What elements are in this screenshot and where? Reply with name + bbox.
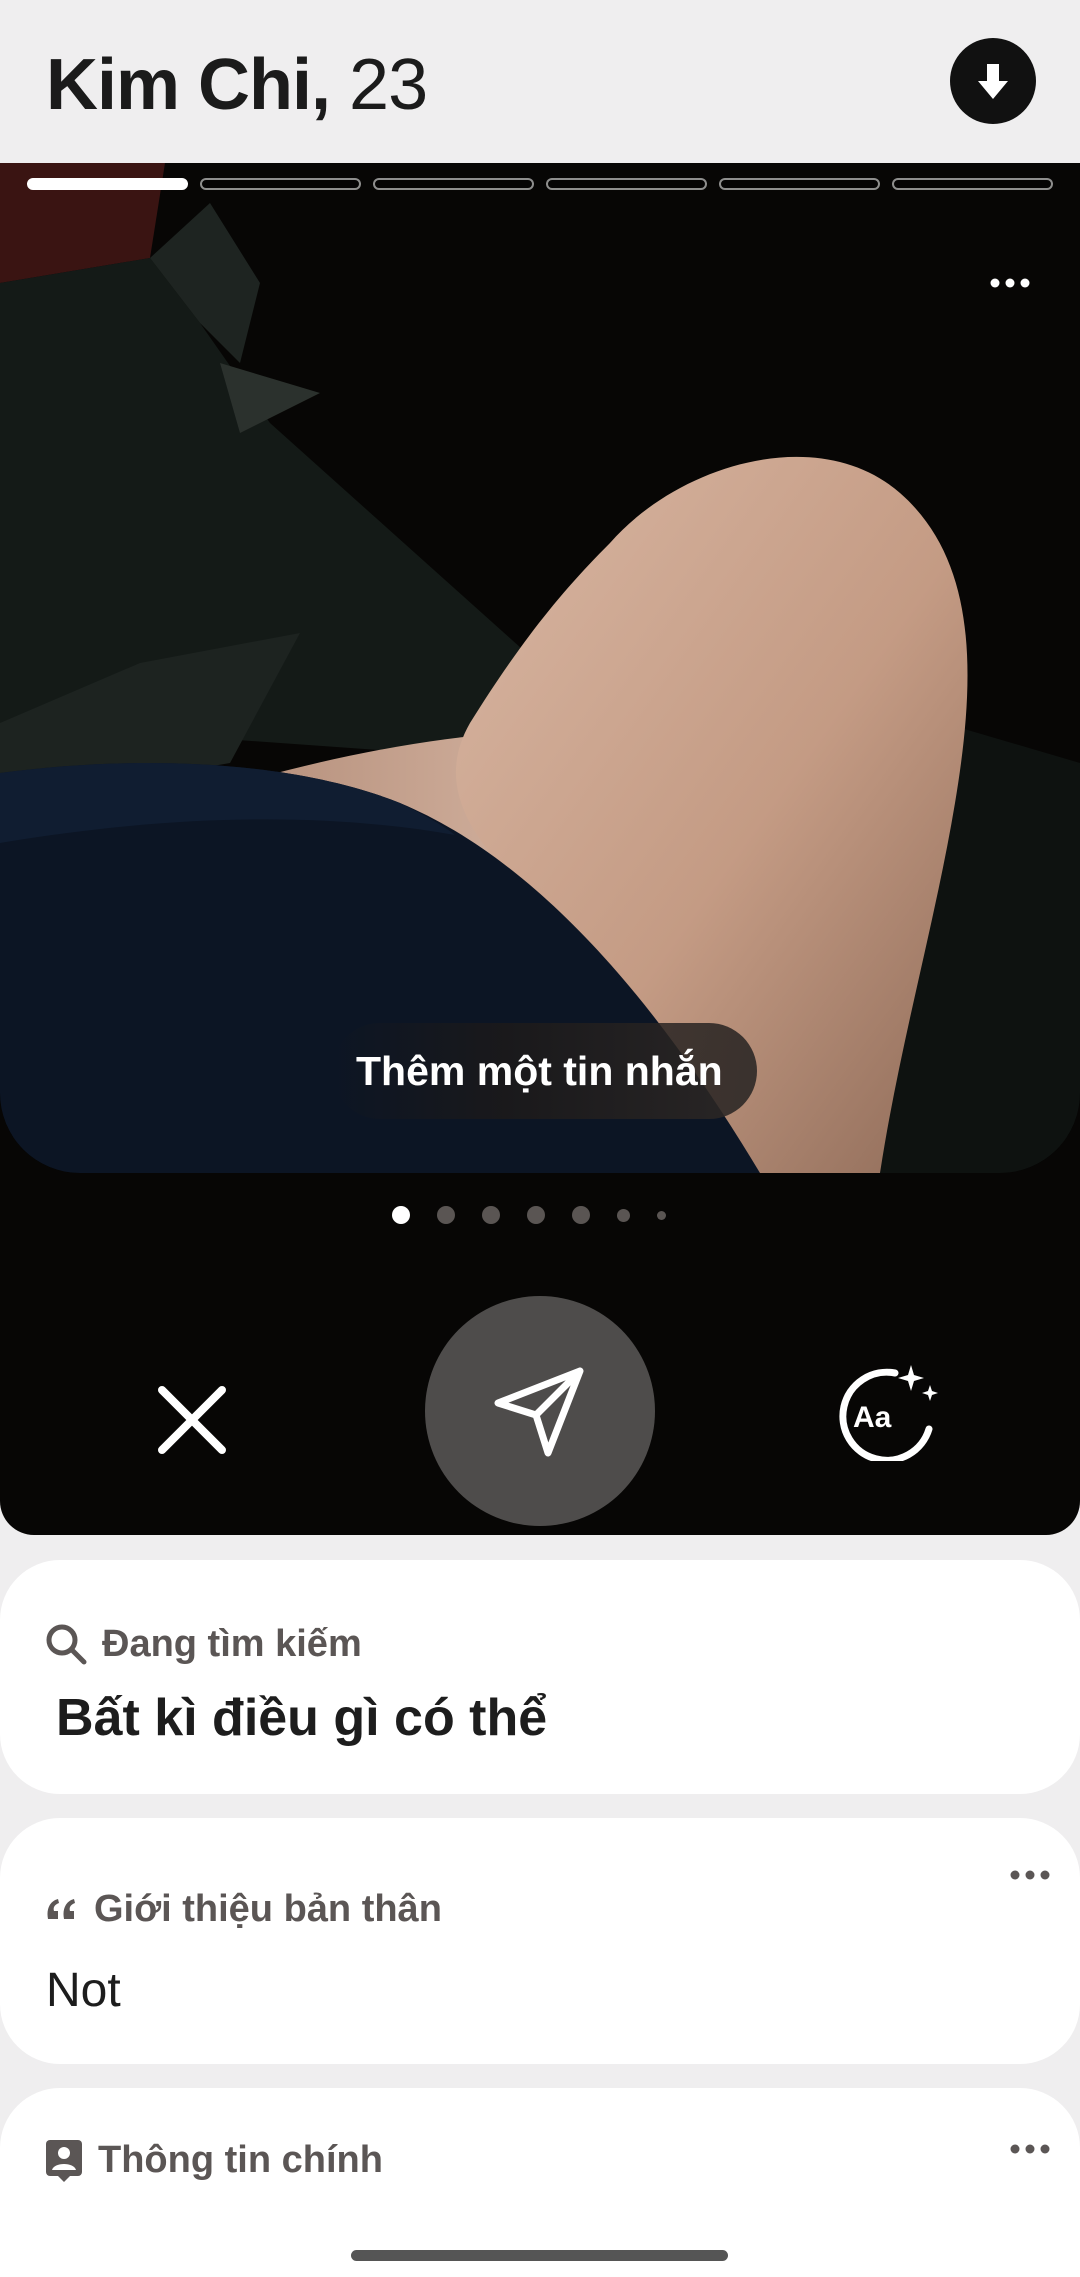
looking-for-value: Bất kì điều gì có thể: [56, 1689, 548, 1747]
progress-segment: [200, 178, 361, 190]
photo-pagination-dots: [0, 1206, 1080, 1224]
arrow-down-icon: [978, 64, 1008, 99]
basics-header: Thông tin chính: [44, 2138, 383, 2182]
progress-segment: [546, 178, 707, 190]
about-me-value: Not: [46, 1964, 121, 2017]
photo-progress-bar: [27, 178, 1053, 192]
pagination-dot[interactable]: [437, 1206, 455, 1224]
about-me-title: Giới thiệu bản thân: [94, 1888, 442, 1930]
about-me-more-button[interactable]: [1008, 1860, 1052, 1890]
add-message-pill[interactable]: Thêm một tin nhắn: [332, 1023, 757, 1119]
about-me-header: Giới thiệu bản thân: [44, 1888, 442, 1931]
profile-screen: Kim Chi, 23 Thêm một tin nhắn Aa Đang tì…: [0, 0, 1080, 2277]
close-x-icon: [158, 1386, 226, 1454]
basics-title: Thông tin chính: [98, 2138, 383, 2181]
home-indicator[interactable]: [351, 2250, 728, 2261]
download-button[interactable]: [950, 38, 1036, 124]
text-sparkle-icon: Aa: [838, 1364, 938, 1461]
looking-for-title: Đang tìm kiếm: [102, 1622, 362, 1665]
profile-photo[interactable]: Thêm một tin nhắn: [0, 163, 1080, 1173]
profile-card-icon: [46, 2140, 82, 2182]
ai-message-button[interactable]: Aa: [825, 1348, 950, 1473]
progress-segment: [27, 178, 188, 190]
profile-name: Kim Chi,: [46, 45, 331, 125]
quote-icon: [47, 1898, 75, 1919]
about-me-card: Giới thiệu bản thân Not: [0, 1818, 1080, 2064]
more-horizontal-icon: [1010, 1870, 1050, 1880]
photo-scene: [0, 163, 1080, 1173]
more-horizontal-icon: [990, 278, 1030, 288]
profile-header: Kim Chi, 23: [0, 0, 1080, 163]
pagination-dot[interactable]: [617, 1208, 630, 1222]
pagination-dot[interactable]: [657, 1210, 666, 1220]
basics-more-button[interactable]: [1008, 2134, 1052, 2164]
send-like-button[interactable]: [425, 1296, 655, 1526]
paper-plane-icon: [494, 1367, 584, 1457]
pass-button[interactable]: [142, 1370, 242, 1470]
more-horizontal-icon: [1010, 2144, 1050, 2154]
looking-for-header: Đang tìm kiếm: [44, 1622, 362, 1666]
progress-segment: [892, 178, 1053, 190]
pagination-dot[interactable]: [527, 1206, 545, 1224]
basics-card: Thông tin chính: [0, 2088, 1080, 2277]
profile-age: 23: [349, 45, 428, 125]
search-icon: [46, 1624, 87, 1665]
profile-name-age: Kim Chi, 23: [46, 44, 428, 126]
progress-segment: [719, 178, 880, 190]
pagination-dot[interactable]: [572, 1206, 590, 1224]
looking-for-card: Đang tìm kiếm Bất kì điều gì có thể: [0, 1560, 1080, 1794]
progress-segment: [373, 178, 534, 190]
pagination-dot[interactable]: [392, 1206, 410, 1224]
photo-more-button[interactable]: [985, 263, 1035, 303]
photo-card: Thêm một tin nhắn Aa: [0, 163, 1080, 1535]
ai-label: Aa: [853, 1401, 892, 1434]
pagination-dot[interactable]: [482, 1206, 500, 1224]
